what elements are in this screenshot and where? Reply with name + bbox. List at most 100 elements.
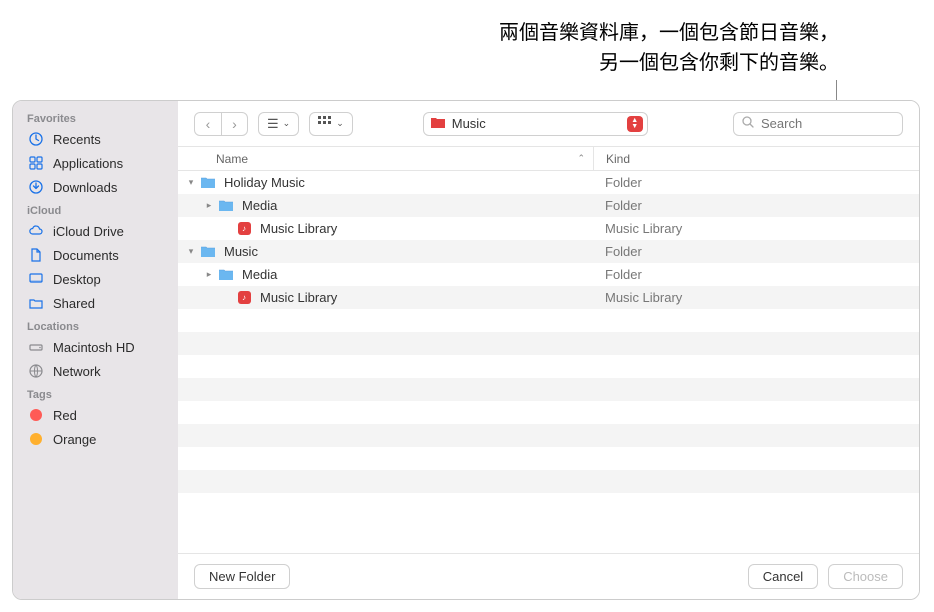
- folder-icon: [200, 245, 216, 259]
- tag-dot-orange-icon: [27, 430, 45, 448]
- sidebar-item-desktop[interactable]: Desktop: [13, 267, 178, 291]
- table-row-empty: [178, 470, 919, 493]
- table-row-empty: [178, 401, 919, 424]
- chevron-down-icon: ⌄: [283, 118, 291, 129]
- folder-icon: [218, 199, 234, 213]
- sidebar-item-label: Applications: [53, 156, 123, 171]
- table-row-empty: [178, 378, 919, 401]
- app-grid-icon: [27, 154, 45, 172]
- path-label: Music: [452, 116, 486, 131]
- main-panel: ‹ › ☰ ⌄ ⌄ Music ▲▼: [178, 101, 919, 599]
- sidebar-item-macintosh-hd[interactable]: Macintosh HD: [13, 335, 178, 359]
- sidebar-item-label: Network: [53, 364, 101, 379]
- kind-cell: Folder: [593, 244, 919, 259]
- sidebar-item-documents[interactable]: Documents: [13, 243, 178, 267]
- sort-caret-icon: ⌃: [577, 153, 585, 164]
- search-input[interactable]: [761, 116, 919, 131]
- list-view-icon: ☰: [267, 116, 279, 132]
- file-name: Music Library: [260, 290, 337, 305]
- table-row[interactable]: ▸MediaFolder: [178, 194, 919, 217]
- file-name: Music Library: [260, 221, 337, 236]
- name-cell: ▾Music: [178, 244, 593, 259]
- file-list: ▾Holiday MusicFolder▸MediaFolder♪Music L…: [178, 171, 919, 553]
- new-folder-button[interactable]: New Folder: [194, 564, 290, 589]
- sidebar-item-label: Orange: [53, 432, 96, 447]
- kind-cell: Folder: [593, 267, 919, 282]
- sidebar-item-label: Shared: [53, 296, 95, 311]
- table-row[interactable]: ♪ Music LibraryMusic Library: [178, 217, 919, 240]
- choose-button[interactable]: Choose: [828, 564, 903, 589]
- back-button[interactable]: ‹: [195, 113, 221, 135]
- forward-button[interactable]: ›: [221, 113, 247, 135]
- music-folder-icon: [430, 115, 446, 132]
- file-chooser-window: Favorites Recents Applications Downloads…: [12, 100, 920, 600]
- column-header-kind[interactable]: Kind: [593, 147, 919, 170]
- column-headers: Name ⌃ Kind: [178, 147, 919, 171]
- kind-cell: Folder: [593, 175, 919, 190]
- sidebar-item-applications[interactable]: Applications: [13, 151, 178, 175]
- doc-icon: [27, 246, 45, 264]
- folder-icon: [200, 176, 216, 190]
- table-row-empty: [178, 493, 919, 516]
- kind-cell: Music Library: [593, 290, 919, 305]
- dialog-footer: New Folder Cancel Choose: [178, 553, 919, 599]
- network-icon: [27, 362, 45, 380]
- sidebar-section-locations: Locations: [13, 315, 178, 335]
- cloud-icon: [27, 222, 45, 240]
- sidebar: Favorites Recents Applications Downloads…: [13, 101, 178, 599]
- file-name: Holiday Music: [224, 175, 305, 190]
- table-row[interactable]: ▸MediaFolder: [178, 263, 919, 286]
- view-mode-button[interactable]: ☰ ⌄: [258, 112, 299, 136]
- toolbar: ‹ › ☰ ⌄ ⌄ Music ▲▼: [178, 101, 919, 147]
- name-cell: ♪Music Library: [178, 290, 593, 305]
- download-icon: [27, 178, 45, 196]
- column-header-name[interactable]: Name ⌃: [178, 152, 593, 166]
- name-cell: ▸Media: [178, 198, 593, 213]
- grid-icon: [318, 116, 332, 131]
- sidebar-section-tags: Tags: [13, 383, 178, 403]
- path-popup-button[interactable]: Music ▲▼: [423, 112, 648, 136]
- tag-dot-red-icon: [27, 406, 45, 424]
- shared-folder-icon: [27, 294, 45, 312]
- clock-icon: [27, 130, 45, 148]
- kind-cell: Folder: [593, 198, 919, 213]
- sidebar-item-tag-orange[interactable]: Orange: [13, 427, 178, 451]
- disclosure-triangle[interactable]: ▾: [186, 177, 196, 188]
- sidebar-item-label: Downloads: [53, 180, 117, 195]
- search-icon: [742, 116, 755, 132]
- table-row-empty: [178, 355, 919, 378]
- nav-buttons: ‹ ›: [194, 112, 248, 136]
- sidebar-item-icloud-drive[interactable]: iCloud Drive: [13, 219, 178, 243]
- sidebar-item-shared[interactable]: Shared: [13, 291, 178, 315]
- table-row[interactable]: ♪Music LibraryMusic Library: [178, 286, 919, 309]
- table-row[interactable]: ▾MusicFolder: [178, 240, 919, 263]
- sidebar-item-downloads[interactable]: Downloads: [13, 175, 178, 199]
- disclosure-triangle[interactable]: ▾: [186, 246, 196, 257]
- chevron-down-icon: ⌄: [336, 118, 344, 129]
- table-row[interactable]: ▾ Holiday Music Folder: [178, 171, 919, 194]
- sidebar-item-tag-red[interactable]: Red: [13, 403, 178, 427]
- desktop-icon: [27, 270, 45, 288]
- sidebar-item-network[interactable]: Network: [13, 359, 178, 383]
- disclosure-triangle[interactable]: ▸: [204, 200, 214, 211]
- disk-icon: [27, 338, 45, 356]
- sidebar-item-label: Desktop: [53, 272, 101, 287]
- sidebar-item-label: iCloud Drive: [53, 224, 124, 239]
- search-field[interactable]: [733, 112, 903, 136]
- sidebar-item-label: Recents: [53, 132, 101, 147]
- group-mode-button[interactable]: ⌄: [309, 112, 353, 136]
- folder-icon: [218, 268, 234, 282]
- annotation-text: 兩個音樂資料庫，一個包含節日音樂， 另一個包含你剩下的音樂。: [499, 18, 839, 78]
- annotation-line1: 兩個音樂資料庫，一個包含節日音樂，: [499, 18, 839, 48]
- sidebar-item-recents[interactable]: Recents: [13, 127, 178, 151]
- disclosure-triangle[interactable]: ▸: [204, 269, 214, 280]
- table-row-empty: [178, 424, 919, 447]
- table-row-empty: [178, 447, 919, 470]
- music-library-icon: ♪: [236, 222, 252, 236]
- table-row-empty: [178, 332, 919, 355]
- name-cell: ▾ Holiday Music: [178, 175, 593, 190]
- cancel-button[interactable]: Cancel: [748, 564, 818, 589]
- annotation-line2: 另一個包含你剩下的音樂。: [499, 48, 839, 78]
- name-cell: ♪ Music Library: [178, 221, 593, 236]
- sidebar-item-label: Macintosh HD: [53, 340, 135, 355]
